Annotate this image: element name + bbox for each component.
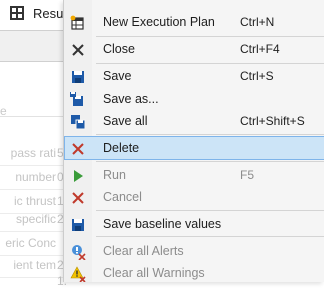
menu-separator bbox=[96, 210, 324, 211]
menu-item-run[interactable]: Run F5 bbox=[64, 163, 324, 187]
menu-item-close[interactable]: Close Ctrl+F4 bbox=[64, 37, 324, 61]
delete-icon bbox=[70, 141, 86, 157]
menu-separator bbox=[96, 161, 324, 162]
menu-item-label: Save bbox=[103, 69, 132, 83]
menu-item-shortcut: Ctrl+Shift+S bbox=[240, 114, 305, 128]
clear-alerts-icon bbox=[70, 244, 86, 261]
menu-item-shortcut: Ctrl+F4 bbox=[240, 42, 280, 56]
save-as-icon bbox=[70, 92, 86, 108]
menu-item-new-execution-plan[interactable]: New Execution Plan Ctrl+N bbox=[64, 10, 324, 34]
menu-item-clear-warnings[interactable]: Clear all Warnings bbox=[64, 261, 324, 285]
menu-separator bbox=[96, 134, 324, 135]
menu-item-label: Save as... bbox=[103, 92, 159, 106]
menu-item-label: Close bbox=[103, 42, 135, 56]
save-icon bbox=[70, 69, 86, 85]
menu-item-delete[interactable]: Delete bbox=[64, 136, 324, 160]
menu-item-label: Clear all Warnings bbox=[103, 266, 205, 280]
row-name: number bbox=[15, 170, 56, 184]
menu-item-label: Save baseline values bbox=[103, 217, 222, 231]
run-icon bbox=[70, 168, 86, 184]
close-icon bbox=[70, 42, 86, 58]
row-name: pass rati bbox=[10, 146, 56, 160]
filter-input-text: e bbox=[0, 104, 7, 118]
context-menu: New Execution Plan Ctrl+N Close Ctrl+F4 … bbox=[63, 0, 324, 285]
save-baseline-icon bbox=[70, 217, 86, 233]
menu-item-shortcut: Ctrl+N bbox=[240, 15, 275, 29]
menu-item-label: Clear all Alerts bbox=[103, 244, 184, 258]
row-name: specific bbox=[15, 212, 56, 226]
menu-item-shortcut: F5 bbox=[240, 168, 255, 182]
menu-item-label: New Execution Plan bbox=[103, 15, 215, 29]
menu-item-save-baseline[interactable]: Save baseline values bbox=[64, 212, 324, 236]
row-name: ic thrust bbox=[13, 194, 56, 208]
filter-input[interactable] bbox=[0, 94, 66, 117]
row-name: eric Conc bbox=[5, 236, 56, 250]
menu-item-label: Run bbox=[103, 168, 126, 182]
row-name: ient tem bbox=[13, 258, 56, 272]
save-all-icon bbox=[70, 114, 86, 130]
new-plan-icon bbox=[70, 15, 86, 31]
menu-item-label: Save all bbox=[103, 114, 148, 128]
menu-item-save-as[interactable]: Save as... bbox=[64, 87, 324, 111]
menu-item-clear-alerts[interactable]: Clear all Alerts bbox=[64, 239, 324, 263]
menu-item-label: Delete bbox=[103, 141, 140, 155]
chart-grid-icon bbox=[10, 6, 24, 20]
menu-item-save-all[interactable]: Save all Ctrl+Shift+S bbox=[64, 109, 324, 133]
menu-item-label: Cancel bbox=[103, 190, 142, 204]
menu-separator bbox=[96, 236, 324, 237]
menu-item-cancel[interactable]: Cancel bbox=[64, 185, 324, 209]
clear-warnings-icon bbox=[70, 266, 86, 283]
menu-item-save[interactable]: Save Ctrl+S bbox=[64, 64, 324, 88]
menu-item-shortcut: Ctrl+S bbox=[240, 69, 274, 83]
table-row[interactable]: eric Conc bbox=[0, 232, 66, 256]
cancel-icon bbox=[70, 190, 86, 206]
